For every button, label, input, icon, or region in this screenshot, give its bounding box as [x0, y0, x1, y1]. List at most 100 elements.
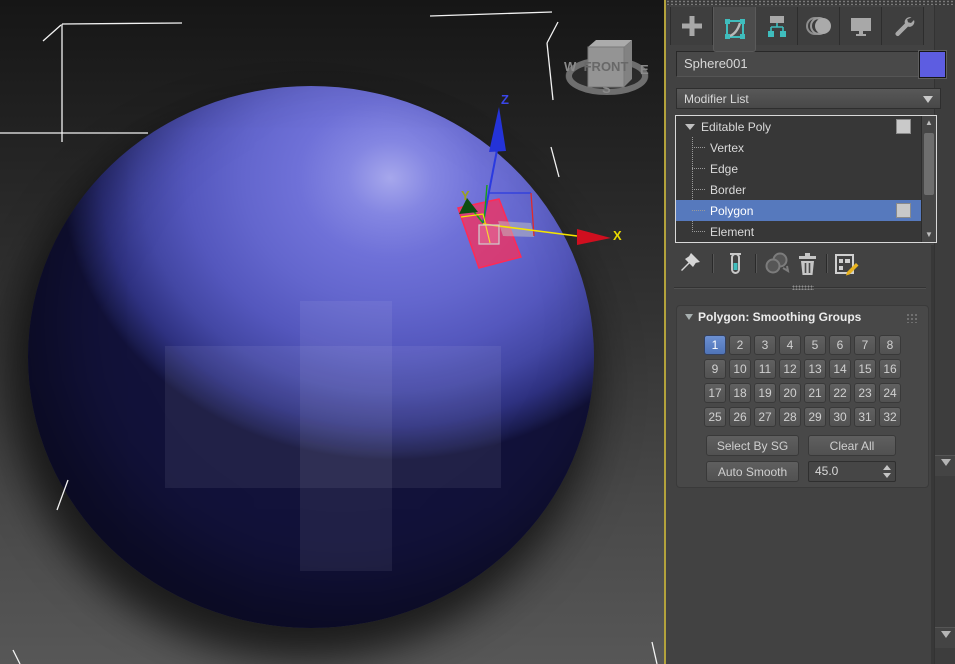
modifier-stack: Editable Poly Vertex Edge Border Polygon Ele… — [675, 115, 937, 243]
modifier-list-dropdown[interactable]: Modifier List — [676, 88, 941, 109]
3ds-max-window: Z X Y W E S FRONT Sphere001 Modifier Lis… — [0, 0, 955, 664]
expand-arrow-icon[interactable] — [685, 123, 695, 130]
smoothing-group-button-30[interactable]: 30 — [829, 407, 851, 427]
auto-smooth-button[interactable]: Auto Smooth — [706, 461, 799, 482]
smoothing-group-button-12[interactable]: 12 — [779, 359, 801, 379]
smoothing-group-button-22[interactable]: 22 — [829, 383, 851, 403]
home-grid-lines — [0, 11, 658, 664]
spinner-arrows[interactable] — [881, 464, 893, 479]
z-axis-arrow-icon[interactable] — [489, 107, 506, 152]
tree-branch — [692, 167, 705, 170]
smoothing-group-button-23[interactable]: 23 — [854, 383, 876, 403]
auto-smooth-threshold-spinner[interactable]: 45.0 — [808, 461, 896, 482]
viewcube-west-label[interactable]: W — [564, 59, 577, 74]
smoothing-group-button-10[interactable]: 10 — [729, 359, 751, 379]
clear-all-button[interactable]: Clear All — [808, 435, 896, 456]
smoothing-group-button-32[interactable]: 32 — [879, 407, 901, 427]
command-panel-tabs — [670, 7, 924, 52]
smoothing-group-button-21[interactable]: 21 — [804, 383, 826, 403]
subobject-toggle-icon[interactable] — [896, 203, 911, 218]
object-color-swatch[interactable] — [918, 50, 947, 79]
stack-item-editable-poly[interactable]: Editable Poly — [676, 116, 922, 137]
active-toggle-icon[interactable] — [896, 119, 911, 134]
smoothing-group-button-11[interactable]: 11 — [754, 359, 776, 379]
tree-branch — [692, 188, 705, 191]
show-end-result-icon[interactable] — [722, 251, 748, 277]
smoothing-group-button-13[interactable]: 13 — [804, 359, 826, 379]
pin-stack-icon[interactable] — [678, 251, 702, 277]
smoothing-group-button-26[interactable]: 26 — [729, 407, 751, 427]
x-axis-arrow-icon[interactable] — [577, 229, 611, 245]
smoothing-group-button-9[interactable]: 9 — [704, 359, 726, 379]
smoothing-group-button-31[interactable]: 31 — [854, 407, 876, 427]
smoothing-group-button-28[interactable]: 28 — [779, 407, 801, 427]
stack-item-vertex[interactable]: Vertex — [676, 137, 922, 158]
smoothing-group-button-24[interactable]: 24 — [879, 383, 901, 403]
smoothing-group-button-7[interactable]: 7 — [854, 335, 876, 355]
panel-drag-handle[interactable] — [666, 0, 955, 5]
hierarchy-icon — [767, 16, 786, 37]
stack-item-border[interactable]: Border — [676, 179, 922, 200]
stack-scrollbar[interactable]: ▲ ▼ — [921, 116, 936, 242]
remove-modifier-icon[interactable] — [794, 251, 820, 277]
smoothing-group-button-25[interactable]: 25 — [704, 407, 726, 427]
smoothing-group-button-8[interactable]: 8 — [879, 335, 901, 355]
motion-icon — [805, 17, 831, 35]
smoothing-group-button-1[interactable]: 1 — [704, 335, 726, 355]
smoothing-group-button-19[interactable]: 19 — [754, 383, 776, 403]
select-by-sg-button[interactable]: Select By SG — [706, 435, 799, 456]
spinner-up-icon[interactable] — [883, 465, 891, 470]
tab-motion[interactable] — [798, 7, 840, 45]
make-unique-icon[interactable] — [762, 251, 792, 277]
rollout-grip-icon[interactable] — [906, 313, 919, 323]
smoothing-group-button-6[interactable]: 6 — [829, 335, 851, 355]
tab-hierarchy[interactable] — [756, 7, 798, 45]
transform-gizmo[interactable]: Z X Y — [457, 92, 622, 269]
spinner-down-icon[interactable] — [883, 473, 891, 478]
viewcube-east-label[interactable]: E — [640, 62, 649, 77]
smoothing-group-button-5[interactable]: 5 — [804, 335, 826, 355]
stack-item-edge[interactable]: Edge — [676, 158, 922, 179]
viewport-overlay: Z X Y W E S FRONT — [0, 11, 658, 664]
perspective-viewport[interactable]: Z X Y W E S FRONT — [0, 0, 666, 664]
configure-modifier-sets-icon[interactable] — [833, 251, 861, 277]
smoothing-group-button-17[interactable]: 17 — [704, 383, 726, 403]
gizmo-center-box[interactable] — [478, 224, 500, 245]
stack-item-polygon[interactable]: Polygon — [676, 200, 922, 221]
tree-branch — [692, 146, 705, 149]
stack-item-element[interactable]: Element — [676, 221, 922, 242]
tab-modify[interactable] — [713, 7, 756, 52]
tab-utilities[interactable] — [882, 7, 924, 45]
rollout-smoothing-groups: Polygon: Smoothing Groups 1 2 3 4 5 6 7 8 9 10 11 1… — [676, 305, 929, 488]
object-name-field[interactable]: Sphere001 — [676, 51, 921, 77]
viewcube[interactable]: W E S FRONT — [564, 40, 649, 96]
scroll-up-icon[interactable]: ▲ — [925, 119, 933, 127]
smoothing-group-button-29[interactable]: 29 — [804, 407, 826, 427]
viewcube-front-label[interactable]: FRONT — [584, 59, 629, 74]
smoothing-group-button-2[interactable]: 2 — [729, 335, 751, 355]
tab-create[interactable] — [670, 7, 713, 45]
y-axis-label: Y — [461, 188, 470, 203]
smoothing-group-button-3[interactable]: 3 — [754, 335, 776, 355]
tab-display[interactable] — [840, 7, 882, 45]
scroll-thumb[interactable] — [924, 133, 934, 195]
smoothing-group-button-14[interactable]: 14 — [829, 359, 851, 379]
smoothing-group-button-15[interactable]: 15 — [854, 359, 876, 379]
smoothing-group-button-20[interactable]: 20 — [779, 383, 801, 403]
smoothing-group-button-16[interactable]: 16 — [879, 359, 901, 379]
threshold-value[interactable]: 45.0 — [815, 462, 838, 481]
rollout-header[interactable]: Polygon: Smoothing Groups — [677, 306, 928, 328]
rollout-arrow-icon — [941, 631, 951, 638]
smoothing-group-button-18[interactable]: 18 — [729, 383, 751, 403]
rollout-collapse-icon[interactable] — [685, 314, 693, 320]
scroll-down-icon[interactable]: ▼ — [925, 231, 933, 239]
modify-icon — [724, 19, 745, 39]
tree-branch — [692, 230, 705, 233]
smoothing-group-grid: 1 2 3 4 5 6 7 8 9 10 11 12 13 14 15 16 17 18 19 20 21 22 23 24 2… — [704, 335, 901, 427]
dropdown-arrow-icon — [923, 96, 933, 103]
smoothing-group-button-27[interactable]: 27 — [754, 407, 776, 427]
smoothing-group-button-4[interactable]: 4 — [779, 335, 801, 355]
rollout-stub[interactable] — [935, 455, 955, 476]
rollout-stub[interactable] — [935, 627, 955, 648]
divider-grip[interactable] — [792, 285, 814, 290]
